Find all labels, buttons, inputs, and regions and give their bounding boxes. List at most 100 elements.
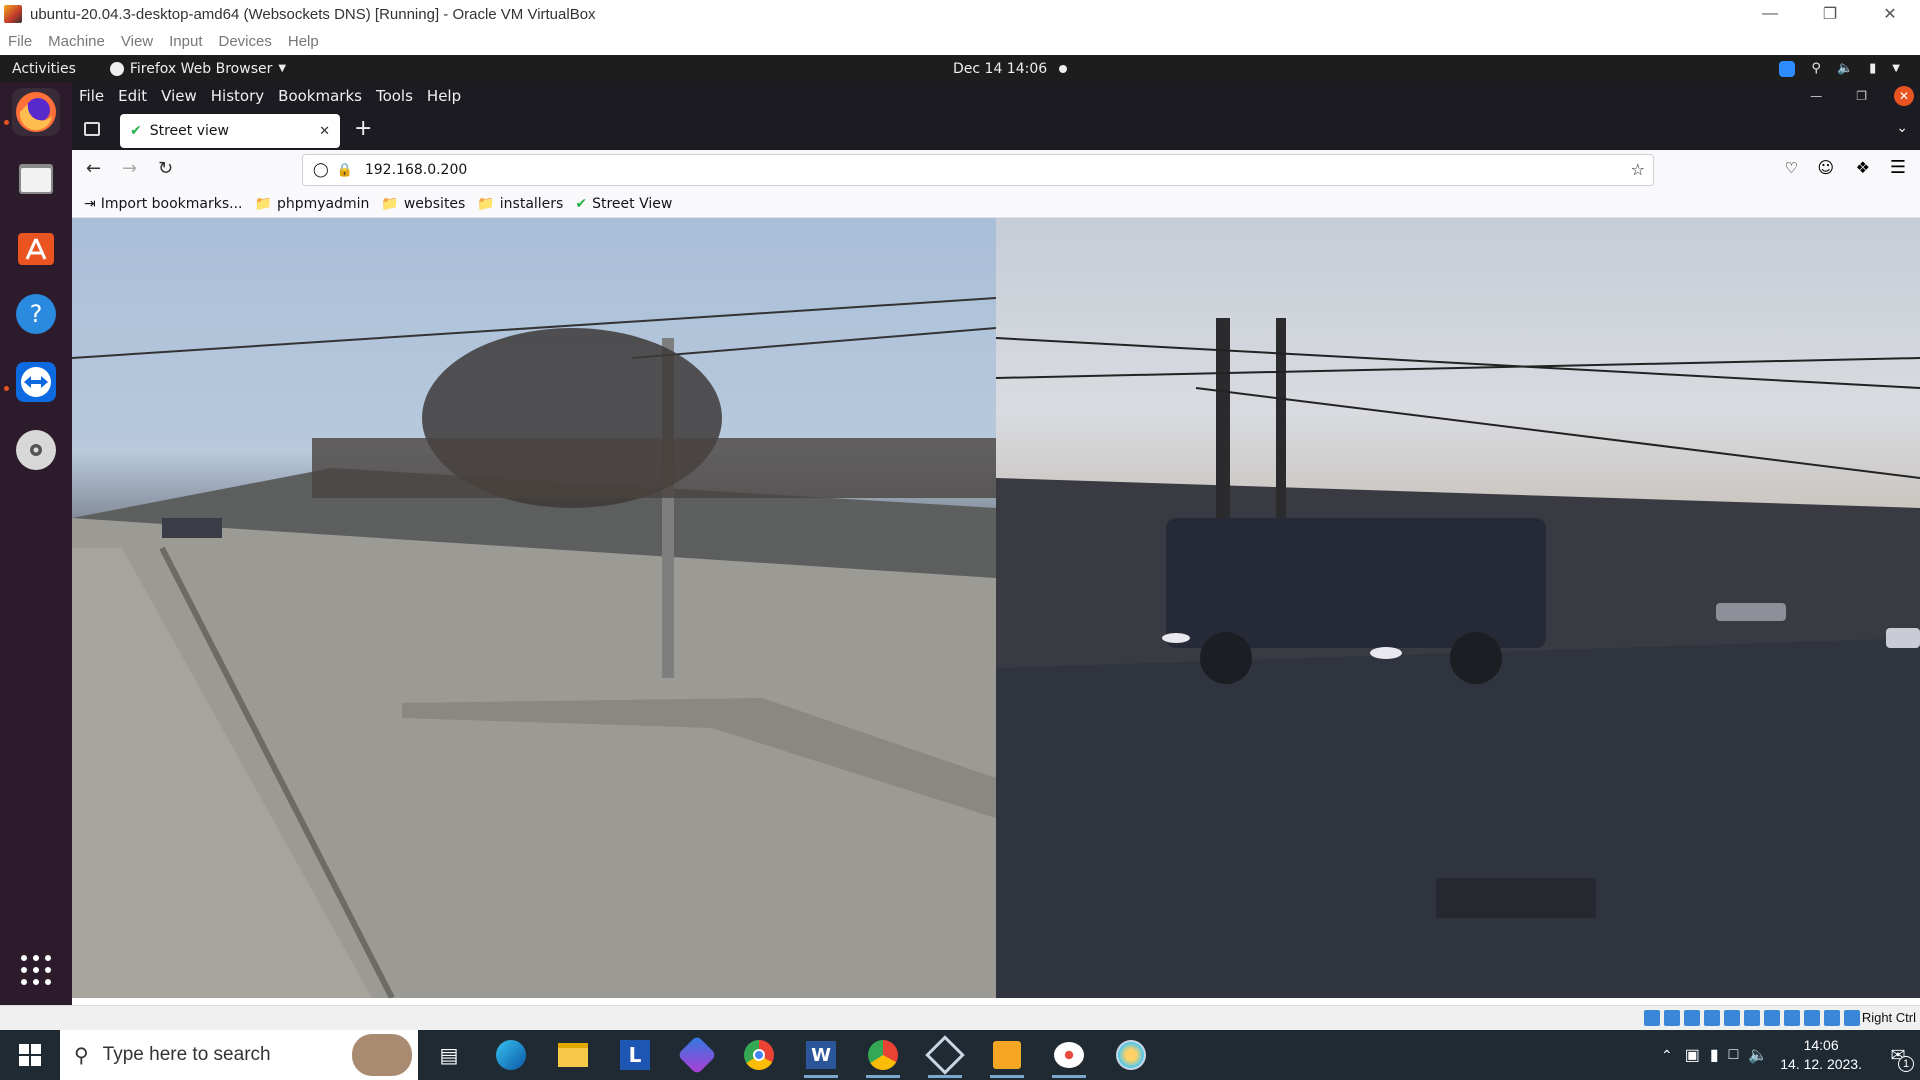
vbox-menu-devices[interactable]: Devices [211,33,280,50]
url-bar[interactable]: ◯ 🔒 192.168.0.200 ☆ [302,154,1654,186]
tracking-protection-icon[interactable]: ◯ [313,162,329,178]
volume-icon[interactable]: 🔈 [1837,61,1853,76]
chevron-up-icon[interactable]: ⌃ [1661,1047,1673,1064]
software-icon[interactable] [12,222,60,270]
keyboard-icon[interactable] [1844,1010,1860,1026]
cpu-icon[interactable] [1804,1010,1820,1026]
word-icon[interactable]: W [790,1030,852,1080]
minimize-icon[interactable]: — [1740,0,1800,28]
show-apps-icon[interactable] [12,946,60,994]
battery-icon[interactable]: ▮ [1869,61,1876,76]
gnome-top-bar: Activities Firefox Web Browser ▼ Dec 14 … [0,55,1920,82]
hard-disk-icon[interactable] [1644,1010,1660,1026]
file-explorer-icon[interactable] [542,1030,604,1080]
bookmark-label: Import bookmarks... [100,195,243,212]
app-menu-label: Firefox Web Browser [129,60,273,77]
shared-folders-icon[interactable] [1744,1010,1760,1026]
bookmark-street-view[interactable]: ✔ Street View [575,196,672,212]
help-icon[interactable]: ? [12,290,60,338]
app-menu[interactable]: Firefox Web Browser ▼ [109,60,286,77]
close-tab-icon[interactable]: ✕ [319,124,330,139]
vbox-menu-file[interactable]: File [0,33,40,50]
vbox-menu-machine[interactable]: Machine [40,33,113,50]
bing-icon[interactable] [666,1030,728,1080]
page-content [72,218,1920,1005]
dvd-icon[interactable] [12,426,60,474]
vbox-menu-view[interactable]: View [113,33,161,50]
menu-history[interactable]: History [204,87,271,105]
bookmark-star-icon[interactable]: ☆ [1631,160,1645,179]
forward-icon[interactable]: → [122,158,137,179]
system-tray[interactable]: ⚲ 🔈 ▮ ▼ [1779,60,1900,77]
chrome-profile-icon[interactable] [852,1030,914,1080]
task-view-icon[interactable]: ▤ [418,1030,480,1080]
tab-strip: ✔ Street view ✕ + ⌄ [72,110,1920,150]
back-icon[interactable]: ← [86,158,101,179]
notification-center-button[interactable]: ✉ 1 [1876,1030,1920,1080]
clock[interactable]: Dec 14 14:06 [953,61,1068,77]
menu-view[interactable]: View [154,87,204,105]
usb-icon[interactable] [1724,1010,1740,1026]
bookmark-label: websites [403,195,466,212]
hamburger-menu-icon[interactable]: ☰ [1890,157,1906,178]
vbox-menu-input[interactable]: Input [161,33,210,50]
bookmark-import[interactable]: ⇥ Import bookmarks... [84,196,243,212]
vbox-device-icons [1644,1010,1860,1026]
edge-icon[interactable] [480,1030,542,1080]
taskbar-search-box[interactable]: ⚲ Type here to search [60,1030,418,1080]
sublime-icon[interactable] [976,1030,1038,1080]
bookmark-folder-installers[interactable]: 📁 installers [477,196,563,212]
vbox-status-bar: Right Ctrl [0,1005,1920,1030]
firefox-icon[interactable] [12,88,60,136]
lock-icon[interactable]: 🔒 [337,163,353,178]
paint-brush-icon[interactable] [1100,1030,1162,1080]
reload-icon[interactable]: ↻ [158,158,173,179]
firefox-window: File Edit View History Bookmarks Tools H… [72,82,1920,1005]
menu-bookmarks[interactable]: Bookmarks [271,87,369,105]
new-tab-icon[interactable]: + [354,116,372,141]
chevron-down-icon[interactable]: ⌄ [1896,120,1908,136]
battery-icon[interactable]: ▮ [1710,1045,1719,1065]
windows-icon [19,1044,41,1066]
vbox-window-title: ubuntu-20.04.3-desktop-amd64 (Websockets… [30,5,596,23]
menu-file[interactable]: File [72,87,111,105]
minimize-icon[interactable]: — [1803,89,1829,103]
taskbar-clock[interactable]: 14:06 14. 12. 2023. [1780,1036,1862,1074]
security-icon[interactable]: ▣ [1685,1045,1700,1065]
files-icon[interactable] [12,154,60,202]
activities-button[interactable]: Activities [0,61,88,77]
menu-edit[interactable]: Edit [111,87,154,105]
close-icon[interactable]: ✕ [1860,0,1920,28]
close-icon[interactable]: ✕ [1894,86,1914,106]
bookmark-folder-phpmyadmin[interactable]: 📁 phpmyadmin [255,196,370,212]
restore-icon[interactable]: ❐ [1800,0,1860,28]
menu-help[interactable]: Help [420,87,468,105]
chrome-icon[interactable] [728,1030,790,1080]
volume-icon[interactable]: 🔈 [1748,1045,1768,1065]
chevron-down-icon[interactable]: ▼ [1892,63,1900,74]
display-icon[interactable] [1764,1010,1780,1026]
teamviewer-icon[interactable] [12,358,60,406]
menu-tools[interactable]: Tools [369,87,420,105]
vbox-menu-help[interactable]: Help [280,33,327,50]
virtualbox-icon[interactable] [914,1030,976,1080]
maximize-icon[interactable]: ❐ [1849,89,1874,103]
audio-icon[interactable] [1684,1010,1700,1026]
network-icon[interactable]: ⚲ [1811,61,1821,76]
list-all-tabs-icon[interactable] [84,122,100,136]
mouse-integration-icon[interactable] [1824,1010,1840,1026]
network-icon[interactable] [1704,1010,1720,1026]
account-icon[interactable]: ☺ [1817,158,1834,177]
tab-street-view[interactable]: ✔ Street view ✕ [120,114,340,148]
optical-drive-icon[interactable] [1664,1010,1680,1026]
recording-icon[interactable] [1784,1010,1800,1026]
paint-icon[interactable] [1038,1030,1100,1080]
network-icon[interactable]: □ [1729,1046,1739,1064]
start-button[interactable] [0,1030,60,1080]
teamviewer-tray-icon[interactable] [1779,60,1796,77]
extensions-icon[interactable]: ❖ [1856,158,1870,177]
pocket-icon[interactable]: ♡ [1785,159,1798,177]
l-app-icon[interactable]: L [604,1030,666,1080]
bookmark-folder-websites[interactable]: 📁 websites [381,196,465,212]
window-controls: — ❐ ✕ [1740,0,1920,28]
